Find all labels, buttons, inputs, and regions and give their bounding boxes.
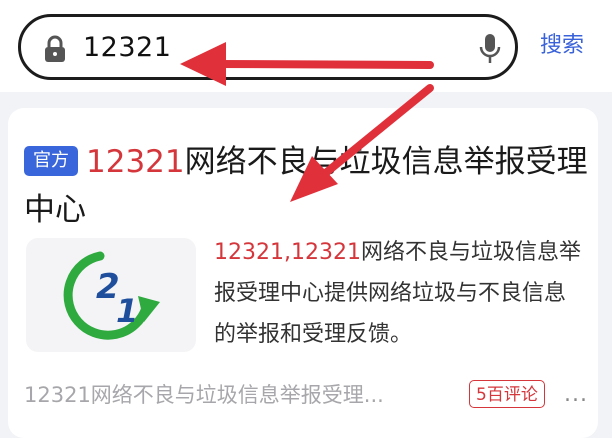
search-query-text[interactable]: 12321 — [83, 31, 171, 65]
result-snippet-highlight: 12321,12321 — [214, 240, 361, 265]
result-thumbnail[interactable]: 2 1 — [26, 238, 196, 352]
result-snippet: 12321,12321网络不良与垃圾信息举报受理中心提供网络垃圾与不良信息的举报… — [214, 232, 584, 355]
result-title-highlight: 12321 — [86, 144, 185, 180]
result-title[interactable]: 12321网络不良与垃圾信息举报受理中心 — [24, 138, 592, 234]
search-header: 12321 搜索 — [0, 0, 612, 92]
search-button[interactable]: 搜索 — [540, 32, 584, 60]
search-result-card[interactable]: 官方 12321网络不良与垃圾信息举报受理中心 2 1 12321,12321网… — [8, 108, 598, 438]
more-options-icon[interactable]: ... — [564, 384, 588, 406]
result-footer: 12321网络不良与垃圾信息举报受理... 5百评论 ... — [24, 380, 592, 412]
microphone-icon[interactable] — [479, 33, 501, 65]
reviews-badge[interactable]: 5百评论 — [469, 380, 545, 408]
svg-text:1: 1 — [116, 292, 138, 330]
12321-logo-image: 2 1 — [63, 251, 160, 340]
result-source[interactable]: 12321网络不良与垃圾信息举报受理... — [24, 380, 384, 410]
search-input[interactable]: 12321 — [18, 14, 518, 80]
lock-icon — [45, 35, 65, 62]
